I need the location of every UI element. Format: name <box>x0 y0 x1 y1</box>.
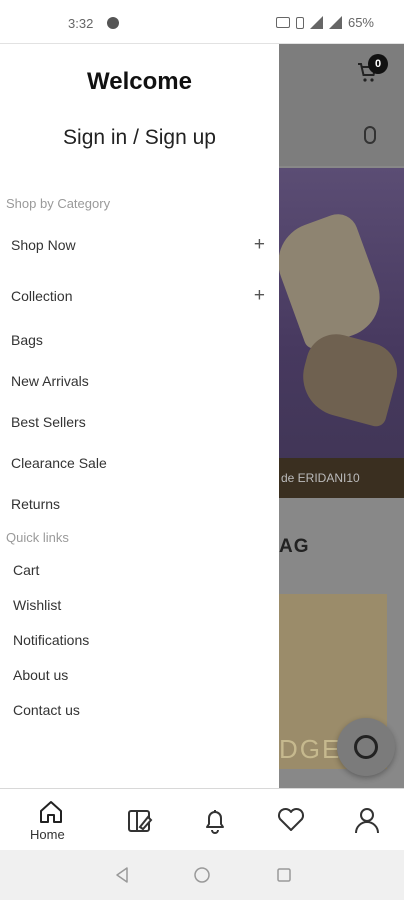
hero-shoe-image <box>279 208 391 352</box>
nav-profile[interactable] <box>352 797 396 845</box>
background-app-scrim[interactable]: 0 de ERIDANI10 AG DGE <box>279 44 404 788</box>
mic-icon[interactable] <box>364 126 376 144</box>
menu-item-new-arrivals[interactable]: New Arrivals <box>11 373 269 389</box>
menu-item-collection[interactable]: Collection + <box>11 285 269 307</box>
menu-item-label: Clearance Sale <box>11 455 107 471</box>
quick-link-about-us[interactable]: About us <box>13 667 68 683</box>
menu-item-bags[interactable]: Bags <box>11 332 269 348</box>
menu-item-label: Best Sellers <box>11 414 86 430</box>
expand-plus-icon[interactable]: + <box>254 234 265 256</box>
whatsapp-icon <box>354 735 378 759</box>
menu-item-label: Bags <box>11 332 43 348</box>
quick-link-contact-us[interactable]: Contact us <box>13 702 80 718</box>
nfc-icon <box>275 17 290 28</box>
expand-plus-icon[interactable]: + <box>254 285 265 307</box>
hero-caption: de ERIDANI10 <box>279 458 404 498</box>
status-bar: 3:32 65% <box>0 0 404 44</box>
hero-banner[interactable] <box>279 168 404 498</box>
cart-count-badge: 0 <box>368 54 388 74</box>
menu-item-label: Returns <box>11 496 61 512</box>
nav-wishlist[interactable] <box>276 797 320 845</box>
signal-icon <box>309 16 323 29</box>
menu-item-clearance-sale[interactable]: Clearance Sale <box>11 455 269 471</box>
wifi-signal-icon <box>328 16 342 29</box>
menu-item-shop-now[interactable]: Shop Now + <box>11 234 269 256</box>
product-overlay-text: DGE <box>279 734 342 764</box>
welcome-heading: Welcome <box>87 68 192 95</box>
menu-item-label: Collection <box>11 288 73 304</box>
vibrate-icon <box>295 16 304 29</box>
quick-links-label: Quick links <box>6 530 69 545</box>
system-navigation-bar <box>0 850 404 900</box>
catalog-icon <box>128 810 153 832</box>
menu-item-label: New Arrivals <box>11 373 89 389</box>
quick-link-notifications[interactable]: Notifications <box>13 632 89 648</box>
status-time: 3:32 <box>68 16 94 31</box>
battery-percent: 65% <box>347 15 374 30</box>
shop-category-label: Shop by Category <box>6 196 111 211</box>
nav-home[interactable]: Home <box>28 797 78 845</box>
menu-item-label: Shop Now <box>11 237 76 253</box>
back-icon[interactable] <box>113 866 131 884</box>
section-title: AG <box>279 536 310 557</box>
navigation-drawer: Welcome Sign in / Sign up Shop by Catego… <box>0 44 279 788</box>
signin-link[interactable]: Sign in / Sign up <box>0 126 279 150</box>
status-indicators: 65% <box>275 15 374 30</box>
home-circle-icon[interactable] <box>193 866 211 884</box>
user-icon <box>355 808 379 834</box>
nav-notifications[interactable] <box>202 797 246 845</box>
nav-home-label: Home <box>30 827 65 842</box>
nav-catalog[interactable] <box>124 797 168 845</box>
heart-icon <box>277 807 305 831</box>
quick-link-wishlist[interactable]: Wishlist <box>13 597 61 613</box>
quick-link-cart[interactable]: Cart <box>13 562 39 578</box>
data-saver-icon <box>107 17 119 29</box>
app-header: 0 <box>279 44 404 166</box>
menu-item-returns[interactable]: Returns <box>11 496 269 512</box>
home-icon <box>40 801 62 823</box>
bottom-navigation: Home <box>0 788 404 850</box>
bell-icon <box>206 810 224 834</box>
recents-icon[interactable] <box>276 867 292 883</box>
menu-item-best-sellers[interactable]: Best Sellers <box>11 414 269 430</box>
whatsapp-button[interactable] <box>337 718 395 776</box>
